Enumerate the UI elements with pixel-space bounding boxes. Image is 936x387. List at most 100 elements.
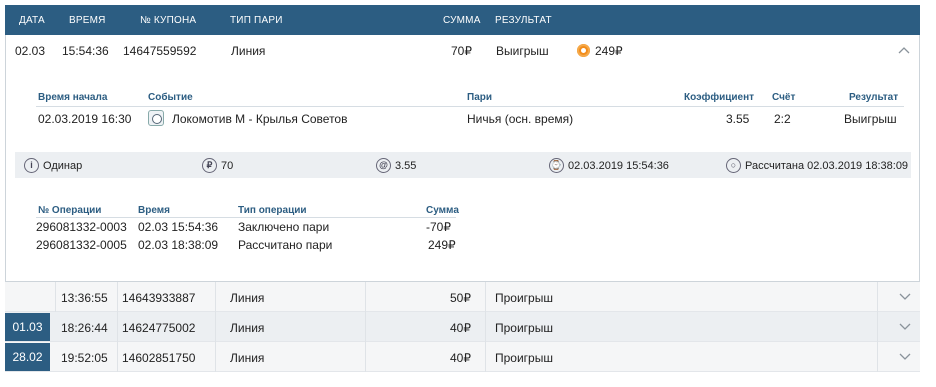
details-head-start-time: Время начала [38, 92, 108, 103]
bet-amount: 40₽ [450, 321, 471, 335]
op-type: Рассчитано пари [238, 238, 333, 252]
details-result: Выигрыш [844, 112, 897, 126]
bet-row-expanded[interactable]: 02.03 15:54:36 14647559592 Линия 70₽ Выи… [6, 35, 919, 65]
info-kind: i Одинар [24, 158, 82, 173]
bet-type: Линия [230, 351, 265, 365]
date-badge: 28.02 [5, 343, 50, 371]
info-placed: ⌚ 02.03.2019 15:54:36 [549, 158, 669, 173]
op-no: 296081332-0003 [36, 220, 127, 234]
info-kind-label: Одинар [43, 159, 83, 172]
bet-amount: 50₽ [450, 291, 471, 305]
bet-time: 19:52:05 [61, 351, 108, 365]
divider [877, 342, 878, 372]
divider [877, 282, 878, 312]
details-bet: Ничья (осн. время) [467, 112, 574, 126]
bet-time: 15:54:36 [62, 44, 109, 58]
chevron-down-icon[interactable] [899, 323, 911, 333]
bet-amount: 70₽ [451, 44, 472, 58]
bet-type: Линия [230, 291, 265, 305]
ops-head-sum: Сумма [426, 205, 459, 216]
info-stake: ₽ 70 [202, 158, 233, 173]
divider [117, 282, 118, 312]
ops-head-no: № Операции [38, 205, 102, 216]
bet-coupon: 14647559592 [123, 44, 197, 58]
table-header: ДАТА ВРЕМЯ № КУПОНА ТИП ПАРИ СУММА РЕЗУЛ… [5, 5, 920, 35]
divider [36, 217, 456, 218]
details-coef: 3.55 [726, 112, 750, 126]
divider [36, 106, 904, 107]
op-time: 02.03 18:38:09 [138, 238, 219, 252]
info-placed-value: 02.03.2019 15:54:36 [568, 159, 669, 172]
bet-row[interactable]: 01.03 18:26:44 14624775002 Линия 40₽ Про… [5, 312, 920, 342]
ops-head-time: Время [138, 205, 170, 216]
op-time: 02.03 15:54:36 [138, 220, 219, 234]
bet-coupon: 14643933887 [122, 291, 196, 305]
chevron-up-icon[interactable] [898, 46, 910, 56]
football-icon [148, 110, 164, 126]
info-settled: ○ Рассчитана 02.03.2019 18:38:09 [726, 158, 908, 173]
header-bet-type: ТИП ПАРИ [230, 15, 283, 26]
info-stake-value: 70 [221, 159, 234, 172]
settled-icon: ○ [726, 158, 741, 173]
ruble-icon: ₽ [202, 158, 217, 173]
op-type: Заключено пари [238, 220, 330, 234]
info-coef: @ 3.55 [376, 158, 416, 173]
bet-coupon: 14602851750 [122, 351, 196, 365]
at-icon: @ [376, 158, 391, 173]
header-amount: СУММА [443, 15, 481, 26]
header-coupon: № КУПОНА [140, 15, 197, 26]
details-head-coef: Коэффициент [684, 92, 755, 103]
info-coef-value: 3.55 [395, 159, 417, 172]
bet-row[interactable]: 28.02 19:52:05 14602851750 Линия 40₽ Про… [5, 342, 920, 372]
bet-coupon: 14624775002 [122, 321, 196, 335]
bet-time: 18:26:44 [61, 321, 108, 335]
bet-result: Выигрыш [496, 44, 549, 58]
divider [117, 342, 118, 372]
header-date: ДАТА [19, 15, 45, 26]
details-head-result: Результат [849, 92, 899, 103]
divider [215, 282, 216, 312]
chevron-down-icon[interactable] [899, 353, 911, 363]
bet-time: 13:36:55 [61, 291, 108, 305]
details-event[interactable]: Локомотив М - Крылья Советов [172, 112, 347, 126]
details-head-score: Счёт [772, 92, 796, 103]
date-badge: 01.03 [5, 313, 50, 341]
bet-type: Линия [230, 321, 265, 335]
op-no: 296081332-0005 [36, 238, 127, 252]
header-time: ВРЕМЯ [69, 15, 106, 26]
divider [117, 312, 118, 342]
chevron-down-icon[interactable] [899, 293, 911, 303]
details-head-event: Событие [148, 92, 193, 103]
info-icon: i [24, 158, 39, 173]
divider [55, 282, 56, 312]
bet-result: Проигрыш [495, 291, 553, 305]
bet-type: Линия [231, 44, 266, 58]
divider [485, 282, 486, 312]
info-settled-value: Рассчитана 02.03.2019 18:38:09 [745, 159, 909, 172]
divider [877, 312, 878, 342]
bet-amount: 40₽ [450, 351, 471, 365]
divider [365, 312, 366, 342]
bet-row[interactable]: 13:36:55 14643933887 Линия 50₽ Проигрыш [5, 282, 920, 312]
header-result: РЕЗУЛЬТАТ [495, 15, 552, 26]
details-start-time: 02.03.2019 16:30 [38, 112, 132, 126]
divider [215, 342, 216, 372]
coin-icon [577, 44, 590, 57]
bet-result: Проигрыш [495, 351, 553, 365]
bet-info-bar: i Одинар ₽ 70 @ 3.55 ⌚ 02.03.2019 15:54:… [15, 152, 911, 178]
details-head-bet: Пари [467, 92, 493, 103]
op-sum: 249₽ [428, 238, 456, 252]
details-score: 2:2 [774, 112, 791, 126]
expanded-bet: 02.03 15:54:36 14647559592 Линия 70₽ Выи… [5, 35, 920, 282]
bet-result: Проигрыш [495, 321, 553, 335]
ops-head-type: Тип операции [238, 205, 307, 216]
divider [215, 312, 216, 342]
divider [365, 342, 366, 372]
divider [485, 342, 486, 372]
clock-icon: ⌚ [549, 158, 564, 173]
bet-payout: 249₽ [595, 44, 623, 58]
op-sum: -70₽ [426, 220, 451, 234]
divider [485, 312, 486, 342]
bet-date: 02.03 [15, 44, 46, 58]
divider [365, 282, 366, 312]
